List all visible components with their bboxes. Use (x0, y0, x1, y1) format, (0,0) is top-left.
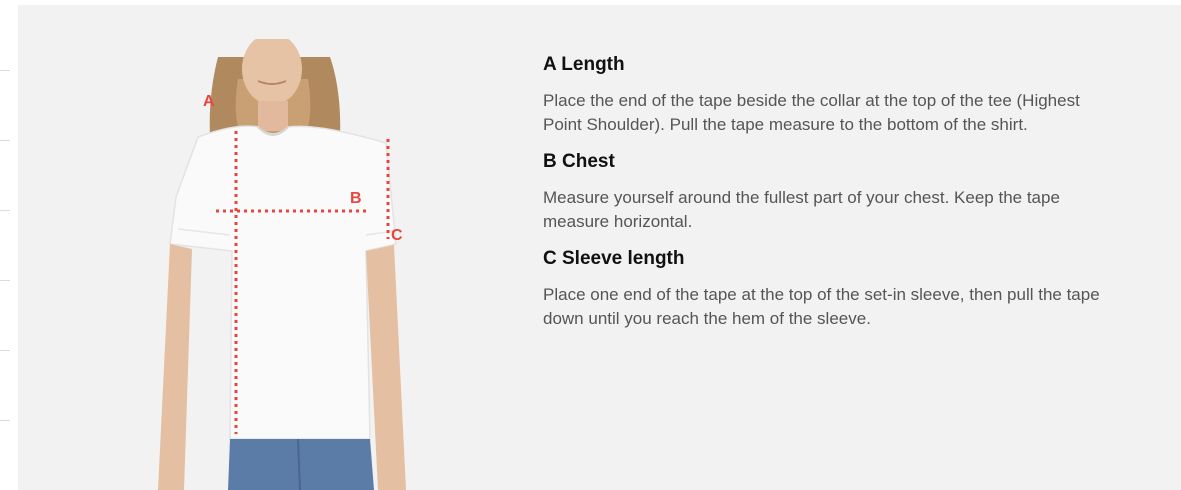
description-line: measure horizontal. (543, 212, 693, 231)
measurement-label-b: B (350, 190, 362, 207)
section-length: A Length Place the end of the tape besid… (543, 53, 1181, 137)
rail-divider (0, 280, 10, 281)
section-title: B Chest (543, 151, 615, 172)
rail-divider (0, 420, 10, 421)
section-description: Measure yourself around the fullest part… (543, 186, 1181, 234)
description-line: Place the end of the tape beside the col… (543, 91, 1080, 110)
description-line: Measure yourself around the fullest part… (543, 188, 1060, 207)
measurement-label-c: C (391, 227, 403, 244)
section-title: C Sleeve length (543, 248, 685, 269)
description-line: down until you reach the hem of the slee… (543, 309, 871, 328)
section-description: Place the end of the tape beside the col… (543, 89, 1181, 137)
description-line: Place one end of the tape at the top of … (543, 285, 1100, 304)
left-rail (0, 0, 18, 490)
rail-divider (0, 210, 10, 211)
rail-divider (0, 140, 10, 141)
rail-divider (0, 350, 10, 351)
size-guide-panel: A B C A Length Place the end of the tape… (18, 5, 1181, 490)
section-description: Place one end of the tape at the top of … (543, 283, 1181, 331)
section-sleeve-length: C Sleeve length Place one end of the tap… (543, 247, 1181, 331)
section-title: A Length (543, 54, 625, 75)
rail-divider (0, 70, 10, 71)
description-line: Point Shoulder). Pull the tape measure t… (543, 115, 1028, 134)
model-tshirt-illustration (158, 39, 406, 490)
measurement-instructions: A Length Place the end of the tape besid… (543, 53, 1181, 331)
section-chest: B Chest Measure yourself around the full… (543, 150, 1181, 234)
measurement-label-a: A (203, 93, 215, 110)
tshirt-measurement-figure: A B C (148, 39, 428, 490)
